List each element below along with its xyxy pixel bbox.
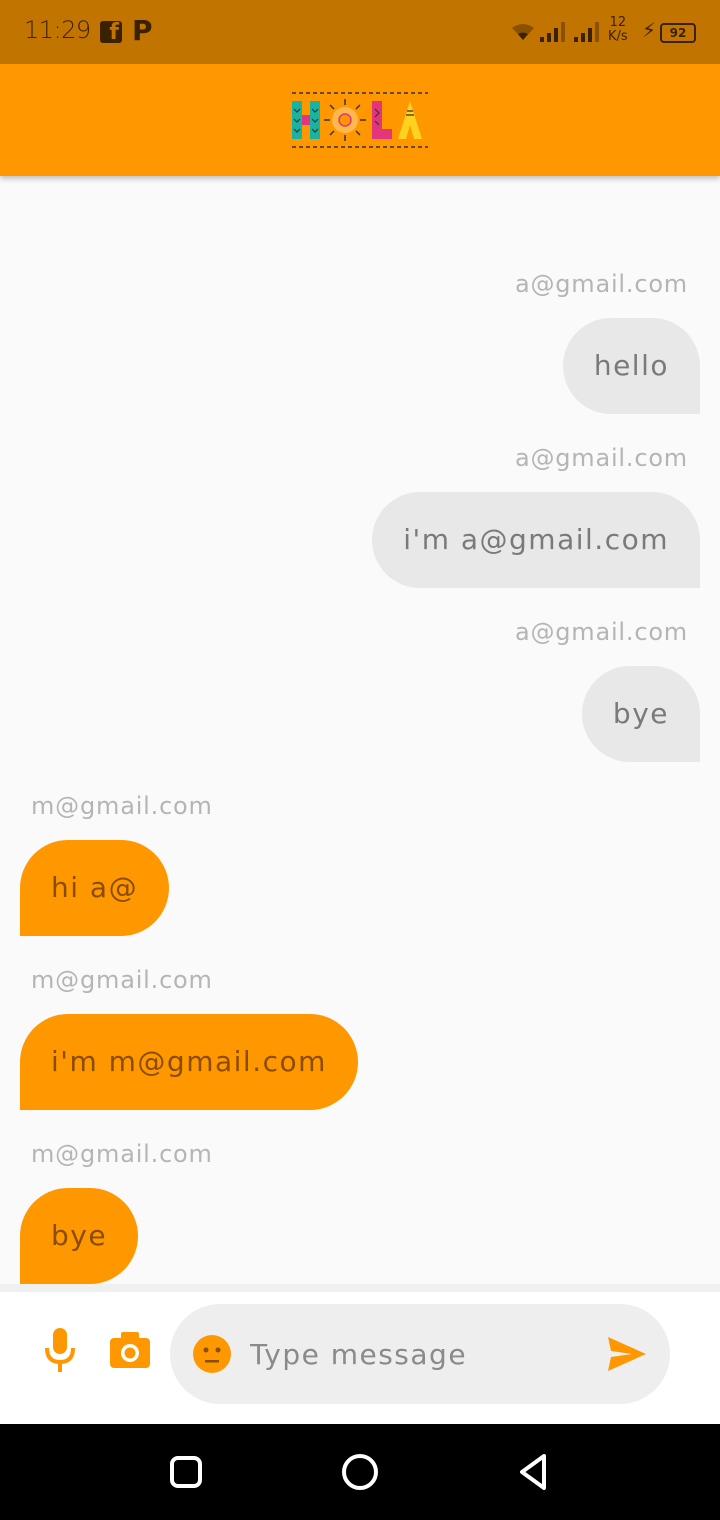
battery-level: 92 <box>669 26 687 40</box>
network-speed-unit: K/s <box>608 29 628 44</box>
wifi-icon <box>512 24 534 40</box>
message-bubble-received[interactable]: i'm m@gmail.com <box>20 1014 358 1110</box>
message-sender: a@gmail.com <box>514 270 688 298</box>
microphone-icon[interactable] <box>40 1326 80 1374</box>
message-sender: m@gmail.com <box>31 966 213 994</box>
message-bubble-sent[interactable]: i'm a@gmail.com <box>372 492 700 588</box>
message-composer <box>0 1284 720 1424</box>
facebook-icon: f <box>100 21 122 44</box>
signal-icon <box>540 22 565 42</box>
message-sender: a@gmail.com <box>514 618 688 646</box>
home-icon[interactable] <box>340 1452 380 1492</box>
emoji-icon[interactable] <box>192 1334 232 1374</box>
status-time: 11:29 <box>24 16 91 44</box>
message-sender: m@gmail.com <box>31 792 213 820</box>
status-bar: 11:29 f P 12 K/s ⚡ 92 <box>0 0 720 64</box>
message-bubble-received[interactable]: bye <box>20 1188 139 1284</box>
message-bubble-sent[interactable]: bye <box>581 666 700 762</box>
network-speed: 12 K/s <box>608 16 628 44</box>
charging-icon: ⚡ <box>642 18 657 42</box>
message-bubble-received[interactable]: hi a@ <box>20 840 170 936</box>
battery-icon: 92 <box>660 23 696 43</box>
message-bubble-sent[interactable]: hello <box>562 318 700 414</box>
app-bar <box>0 64 720 176</box>
back-icon[interactable] <box>514 1452 554 1492</box>
send-icon[interactable] <box>606 1334 648 1374</box>
signal-icon <box>574 22 599 42</box>
message-sender: m@gmail.com <box>31 1140 213 1168</box>
message-input[interactable] <box>250 1334 590 1374</box>
hola-logo <box>292 92 428 148</box>
message-sender: a@gmail.com <box>514 444 688 472</box>
camera-icon[interactable] <box>108 1330 152 1370</box>
system-nav-bar <box>0 1424 720 1520</box>
network-speed-value: 12 <box>609 15 627 30</box>
recents-icon[interactable] <box>166 1452 206 1492</box>
message-input-container <box>170 1304 670 1404</box>
p-app-icon: P <box>132 14 153 47</box>
